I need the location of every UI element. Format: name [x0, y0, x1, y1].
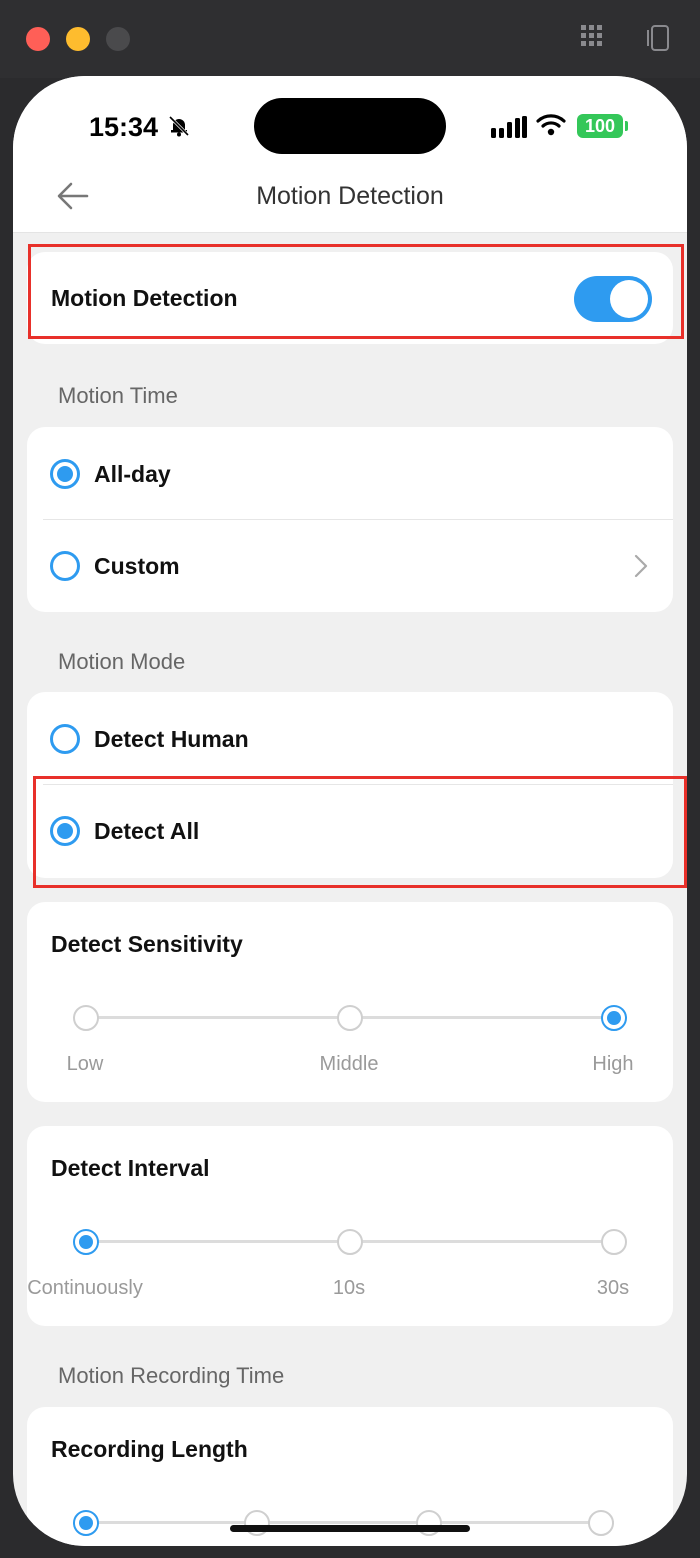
highlight-box-toggle — [28, 244, 684, 339]
dynamic-island — [254, 98, 446, 154]
phone-screen: 15:34 100 Motion Detection Motion Detect… — [13, 76, 687, 1546]
motion-mode-section-label: Motion Mode — [58, 649, 186, 674]
recording-section-label: Motion Recording Time — [58, 1363, 285, 1388]
sensitivity-card: Detect Sensitivity Low Middle High — [27, 902, 673, 1102]
divider — [43, 519, 673, 520]
detect-human-label: Detect Human — [94, 726, 249, 752]
interval-10s-label: 10s — [332, 1277, 366, 1299]
navigation-bar: Motion Detection — [13, 160, 687, 233]
bell-slash-icon — [167, 114, 191, 143]
sensitivity-high-stop[interactable] — [601, 1005, 627, 1031]
motion-time-card: All-day Custom — [27, 427, 673, 612]
custom-label: Custom — [94, 553, 180, 579]
chevron-right-icon[interactable] — [633, 553, 649, 584]
zoom-window-button[interactable] — [106, 27, 130, 51]
custom-radio[interactable] — [50, 551, 80, 581]
highlight-box-detect-all — [33, 776, 687, 888]
detect-human-radio[interactable] — [50, 724, 80, 754]
minimize-window-button[interactable] — [66, 27, 90, 51]
sensitivity-middle-stop[interactable] — [337, 1005, 363, 1031]
grid-icon[interactable] — [580, 24, 604, 52]
interval-10s-stop[interactable] — [337, 1229, 363, 1255]
interval-continuously-label: Continuously — [27, 1277, 143, 1299]
rotate-device-icon[interactable] — [644, 24, 672, 56]
interval-card: Detect Interval Continuously 10s 30s — [27, 1126, 673, 1326]
close-window-button[interactable] — [26, 27, 50, 51]
recording-stop[interactable] — [73, 1510, 99, 1536]
simulator-titlebar — [0, 0, 700, 78]
interval-30s-stop[interactable] — [601, 1229, 627, 1255]
battery-tip — [625, 121, 628, 131]
wifi-icon — [536, 113, 566, 142]
page-title: Motion Detection — [256, 182, 444, 210]
interval-30s-label: 30s — [596, 1277, 630, 1299]
recording-stop[interactable] — [588, 1510, 614, 1536]
home-indicator[interactable] — [230, 1525, 470, 1532]
recording-stop[interactable] — [244, 1510, 270, 1536]
sensitivity-high-label: High — [592, 1053, 634, 1075]
recording-track — [85, 1521, 614, 1524]
sensitivity-middle-label: Middle — [319, 1053, 379, 1075]
sensitivity-low-label: Low — [66, 1053, 104, 1075]
status-time: 15:34 — [89, 112, 159, 142]
recording-stop[interactable] — [416, 1510, 442, 1536]
all-day-radio[interactable] — [50, 459, 80, 489]
sensitivity-low-stop[interactable] — [73, 1005, 99, 1031]
battery-indicator: 100 — [577, 114, 623, 138]
interval-continuously-stop[interactable] — [73, 1229, 99, 1255]
recording-length-title: Recording Length — [51, 1436, 248, 1462]
interval-title: Detect Interval — [51, 1155, 210, 1181]
all-day-label: All-day — [94, 461, 171, 487]
signal-icon — [491, 116, 527, 143]
sensitivity-title: Detect Sensitivity — [51, 931, 243, 957]
motion-time-section-label: Motion Time — [58, 383, 178, 408]
